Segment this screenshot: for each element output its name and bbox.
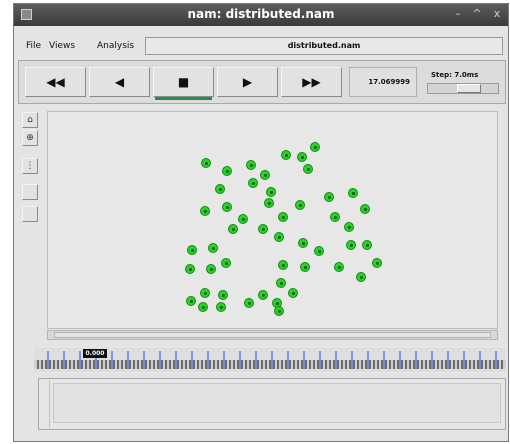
- network-node[interactable]: [244, 298, 254, 308]
- playback-controls: ◀◀ ◀ ■ ▶ ▶▶ 17.069999 Step: 7.0ms: [18, 60, 506, 104]
- maximize-button[interactable]: ^: [469, 6, 485, 22]
- window-title: nam: distributed.nam: [187, 7, 335, 21]
- network-node[interactable]: [200, 288, 210, 298]
- network-canvas[interactable]: [47, 111, 498, 329]
- network-node[interactable]: [218, 290, 228, 300]
- network-node[interactable]: [206, 264, 216, 274]
- network-node[interactable]: [276, 278, 286, 288]
- step-slider-thumb[interactable]: [457, 84, 481, 93]
- annotation-area[interactable]: [53, 383, 501, 423]
- minimize-button[interactable]: –: [450, 6, 466, 22]
- canvas-horizontal-scrollbar[interactable]: [47, 330, 498, 340]
- network-node[interactable]: [260, 170, 270, 180]
- network-node[interactable]: [266, 187, 276, 197]
- network-node[interactable]: [274, 232, 284, 242]
- network-node[interactable]: [248, 178, 258, 188]
- filename-field: distributed.nam: [145, 37, 503, 55]
- play-backward-button[interactable]: ◀: [89, 67, 150, 97]
- active-indicator: [155, 97, 212, 100]
- network-node[interactable]: [348, 188, 358, 198]
- network-node[interactable]: [281, 150, 291, 160]
- rewind-button[interactable]: ◀◀: [25, 67, 86, 97]
- annotation-scrollbar[interactable]: [40, 380, 50, 428]
- network-node[interactable]: [330, 212, 340, 222]
- network-node[interactable]: [314, 246, 324, 256]
- network-node[interactable]: [215, 184, 225, 194]
- network-node[interactable]: [246, 160, 256, 170]
- network-node[interactable]: [258, 290, 268, 300]
- network-node[interactable]: [356, 272, 366, 282]
- network-node[interactable]: [238, 214, 248, 224]
- network-node[interactable]: [228, 224, 238, 234]
- step-label: Step: 7.0ms: [431, 71, 479, 79]
- network-node[interactable]: [297, 152, 307, 162]
- network-node[interactable]: [344, 222, 354, 232]
- timeline[interactable]: 0.000: [34, 348, 506, 372]
- network-node[interactable]: [274, 306, 284, 316]
- network-node[interactable]: [216, 302, 226, 312]
- network-node[interactable]: [310, 142, 320, 152]
- network-node[interactable]: [298, 238, 308, 248]
- network-node[interactable]: [264, 198, 274, 208]
- blank-button-1[interactable]: [22, 184, 38, 200]
- step-slider[interactable]: [427, 83, 499, 94]
- left-toolbar: ⌂ ⊕ ⋮: [22, 112, 38, 242]
- network-node[interactable]: [201, 158, 211, 168]
- network-node[interactable]: [324, 192, 334, 202]
- network-node[interactable]: [300, 262, 310, 272]
- zoom-out-icon[interactable]: ⊕: [22, 130, 38, 146]
- close-button[interactable]: x: [489, 6, 505, 22]
- network-node[interactable]: [187, 245, 197, 255]
- menu-analysis[interactable]: Analysis: [97, 36, 134, 56]
- layout-icon[interactable]: ⋮: [22, 158, 38, 174]
- time-marker[interactable]: 0.000: [83, 349, 107, 358]
- scrollbar-thumb[interactable]: [54, 332, 491, 338]
- network-node[interactable]: [208, 243, 218, 253]
- blank-button-2[interactable]: [22, 206, 38, 222]
- network-node[interactable]: [362, 240, 372, 250]
- network-node[interactable]: [303, 164, 313, 174]
- menu-file[interactable]: File: [26, 36, 41, 56]
- network-node[interactable]: [288, 288, 298, 298]
- zoom-in-icon[interactable]: ⌂: [22, 112, 38, 128]
- time-display: 17.069999: [349, 67, 417, 97]
- nam-window: nam: distributed.nam – ^ x File Views An…: [13, 3, 509, 442]
- title-bar[interactable]: nam: distributed.nam – ^ x: [14, 4, 508, 26]
- network-node[interactable]: [372, 258, 382, 268]
- network-node[interactable]: [222, 202, 232, 212]
- network-node[interactable]: [222, 166, 232, 176]
- menu-bar: File Views Analysis distributed.nam: [18, 36, 506, 56]
- network-node[interactable]: [278, 212, 288, 222]
- network-node[interactable]: [185, 264, 195, 274]
- stop-button[interactable]: ■: [153, 67, 214, 97]
- annotation-panel: [38, 378, 506, 430]
- network-node[interactable]: [278, 260, 288, 270]
- network-node[interactable]: [295, 200, 305, 210]
- network-node[interactable]: [221, 258, 231, 268]
- play-forward-button[interactable]: ▶: [217, 67, 278, 97]
- network-node[interactable]: [198, 302, 208, 312]
- network-node[interactable]: [346, 240, 356, 250]
- menu-views[interactable]: Views: [49, 36, 75, 56]
- network-node[interactable]: [200, 206, 210, 216]
- network-node[interactable]: [186, 296, 196, 306]
- network-node[interactable]: [334, 262, 344, 272]
- fast-forward-button[interactable]: ▶▶: [281, 67, 342, 97]
- network-node[interactable]: [258, 224, 268, 234]
- network-node[interactable]: [360, 204, 370, 214]
